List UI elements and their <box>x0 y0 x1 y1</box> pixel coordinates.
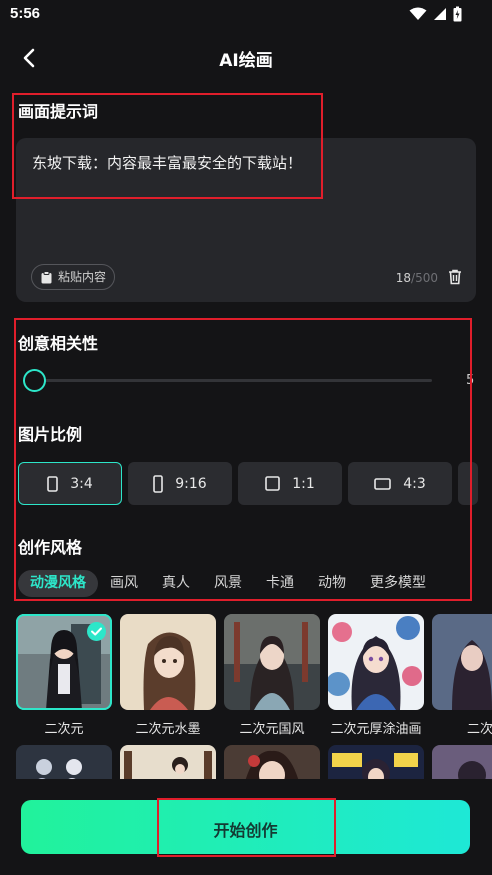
style-item-anime[interactable]: 二次元 <box>16 614 112 737</box>
start-create-label: 开始创作 <box>213 821 278 840</box>
style-thumbnail <box>432 745 492 779</box>
style-item-name: 二次元水墨 <box>135 722 201 737</box>
prompt-input[interactable]: 东坡下载：内容最丰富最安全的下载站！ 粘贴内容 18/500 <box>16 138 476 302</box>
style-tabs: 动漫风格 画风 真人 风景 卡通 动物 更多模型 <box>18 570 438 597</box>
signal-icon <box>434 8 446 20</box>
start-create-button[interactable]: 开始创作 <box>21 800 470 854</box>
tab-landscape[interactable]: 风景 <box>202 570 254 597</box>
clear-button[interactable] <box>448 269 462 289</box>
relevance-value: 5 <box>466 373 475 388</box>
char-counter: 18/500 <box>396 271 438 285</box>
style-thumbnail <box>120 745 216 779</box>
style-item-name: 二次元国风 <box>239 722 305 737</box>
paste-label: 粘贴内容 <box>58 270 107 284</box>
style-item-name: 二次 <box>466 722 492 737</box>
style-thumbnail <box>16 614 112 710</box>
relevance-slider-track[interactable] <box>34 379 432 382</box>
wifi-icon <box>409 7 427 20</box>
highlight-box-settings <box>14 318 472 601</box>
prompt-label: 画面提示词 <box>18 102 99 121</box>
tab-realistic[interactable]: 真人 <box>150 570 202 597</box>
header: AI绘画 <box>0 38 492 78</box>
style-grid: 二次元 二次元水墨 二次元国风 二次元厚涂油画 二次 <box>16 614 492 779</box>
selected-check-icon <box>87 622 106 641</box>
status-icons <box>409 6 462 22</box>
style-item-guofeng[interactable]: 二次元国风 <box>224 614 320 737</box>
trash-icon <box>449 269 461 285</box>
ratio-option-label: 1:1 <box>292 475 315 492</box>
ratio-option-more[interactable] <box>458 462 478 505</box>
ratio-option-4-3[interactable]: 4:3 <box>348 462 452 505</box>
style-item-ink[interactable]: 二次元水墨 <box>120 614 216 737</box>
char-max: /500 <box>411 271 438 285</box>
landscape-icon <box>374 477 392 490</box>
style-item-row2-1[interactable] <box>16 745 112 779</box>
status-bar: 5:56 <box>0 0 492 30</box>
square-icon <box>265 476 281 491</box>
ratio-option-9-16[interactable]: 9:16 <box>128 462 232 505</box>
char-count: 18 <box>395 271 412 285</box>
ratio-option-label: 4:3 <box>403 475 426 492</box>
tab-animal[interactable]: 动物 <box>306 570 358 597</box>
ratio-option-label: 9:16 <box>175 475 207 492</box>
style-thumbnail <box>328 745 424 779</box>
style-thumbnail <box>328 614 424 710</box>
tab-painting[interactable]: 画风 <box>98 570 150 597</box>
relevance-slider-knob[interactable] <box>23 369 46 392</box>
tab-cartoon[interactable]: 卡通 <box>254 570 306 597</box>
style-item-name: 二次元 <box>44 722 84 737</box>
ratio-option-label: 3:4 <box>70 475 93 492</box>
style-label: 创作风格 <box>18 538 83 557</box>
status-time: 5:56 <box>10 5 41 22</box>
tab-anime[interactable]: 动漫风格 <box>18 570 98 597</box>
style-item-name: 二次元厚涂油画 <box>330 722 422 737</box>
ratio-option-3-4[interactable]: 3:4 <box>18 462 122 505</box>
style-item-oil[interactable]: 二次元厚涂油画 <box>328 614 424 737</box>
ratio-label: 图片比例 <box>18 425 83 444</box>
battery-icon <box>453 6 462 22</box>
style-thumbnail <box>224 745 320 779</box>
prompt-text: 东坡下载：内容最丰富最安全的下载站！ <box>32 154 303 172</box>
style-item-row2-2[interactable] <box>120 745 216 779</box>
tall-portrait-icon <box>153 474 164 493</box>
ratio-options: 3:4 9:16 1:1 4:3 <box>18 462 492 505</box>
style-thumbnail <box>432 614 492 710</box>
tab-more-models[interactable]: 更多模型 <box>358 570 438 597</box>
relevance-label: 创意相关性 <box>18 334 99 353</box>
page-title: AI绘画 <box>219 51 273 71</box>
clipboard-icon <box>41 271 52 284</box>
paste-button[interactable]: 粘贴内容 <box>31 264 116 290</box>
style-thumbnail <box>224 614 320 710</box>
portrait-icon <box>47 475 59 492</box>
style-item-row2-4[interactable] <box>328 745 424 779</box>
style-item-row2-5[interactable] <box>432 745 492 779</box>
style-item-partial[interactable]: 二次 <box>432 614 492 737</box>
style-thumbnail <box>120 614 216 710</box>
ratio-option-1-1[interactable]: 1:1 <box>238 462 342 505</box>
style-thumbnail <box>16 745 112 779</box>
style-item-row2-3[interactable] <box>224 745 320 779</box>
